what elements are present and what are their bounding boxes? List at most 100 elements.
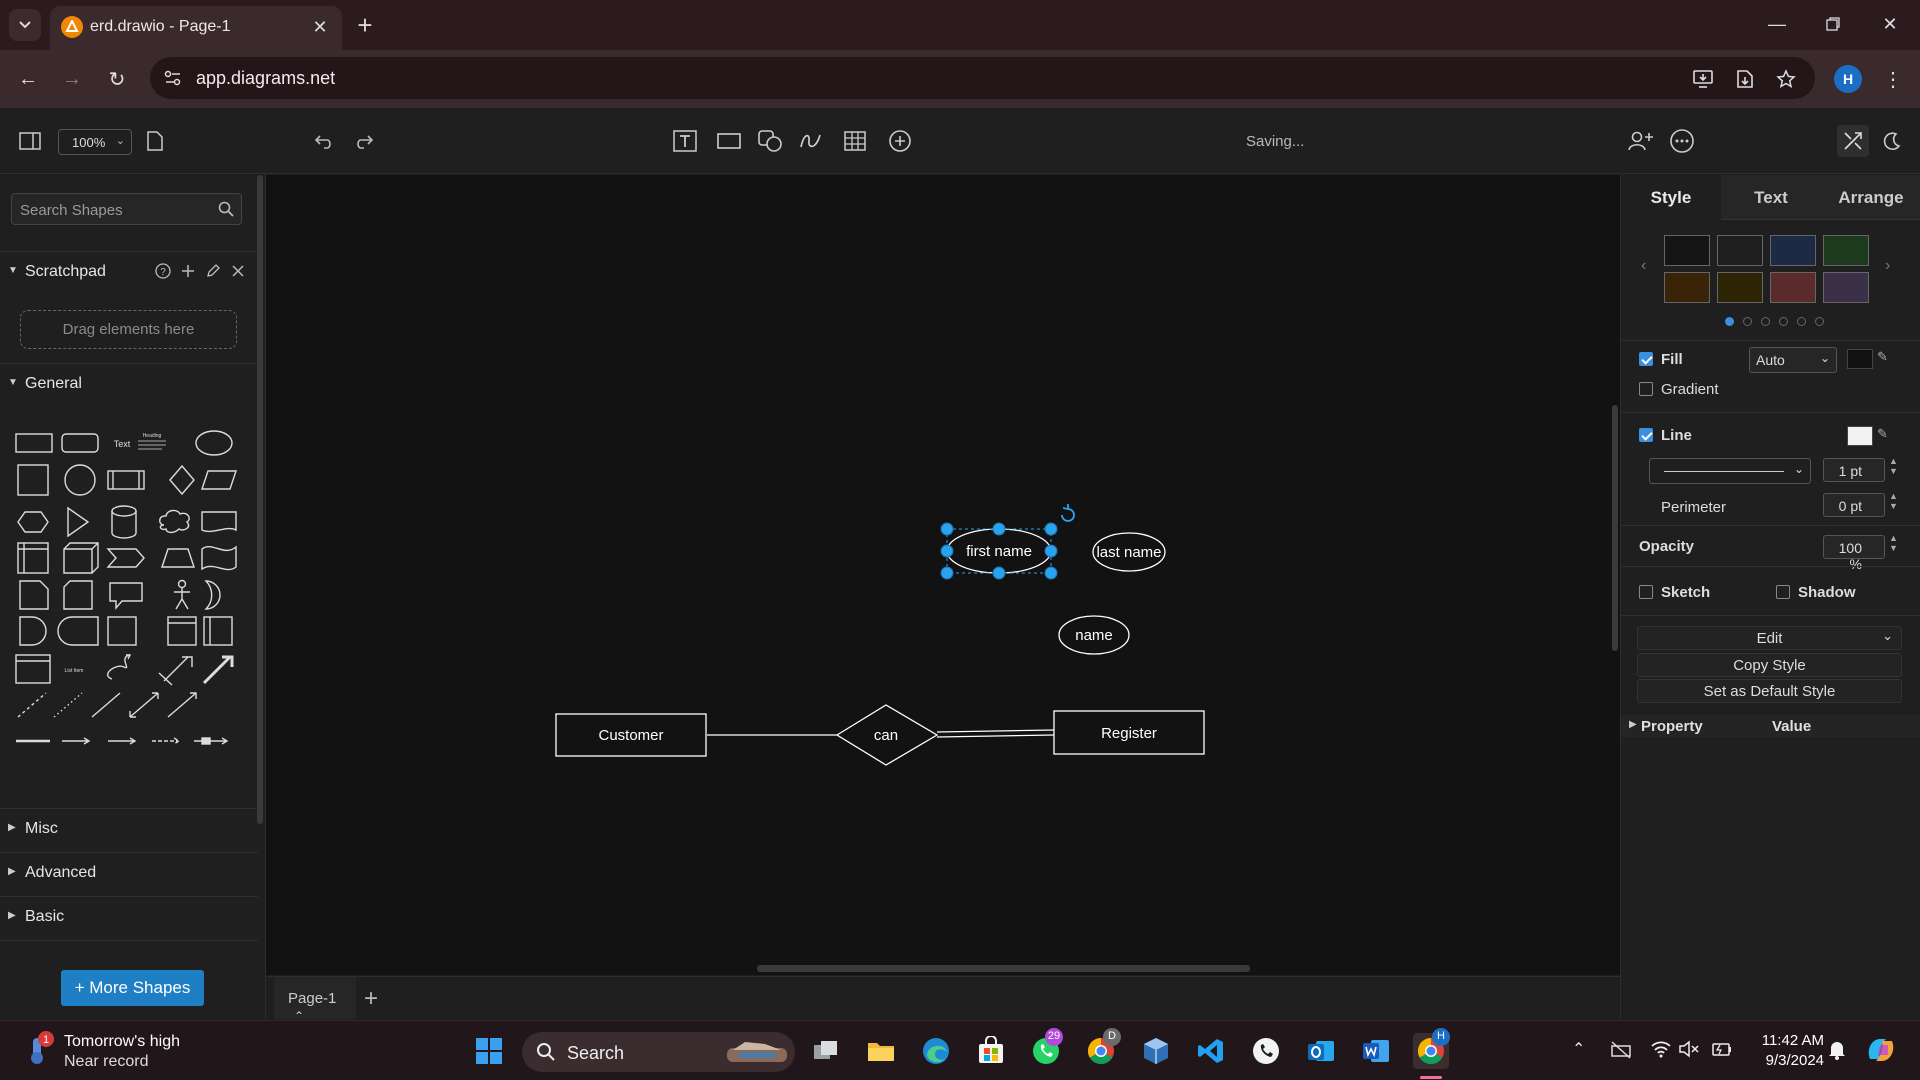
install-app-icon[interactable]	[1689, 65, 1717, 93]
close-tab-icon[interactable]: ✕	[308, 15, 332, 39]
search-shapes-input[interactable]: Search Shapes	[11, 193, 242, 225]
style-swatch[interactable]	[1717, 272, 1763, 303]
line-width-input[interactable]: 1 pt	[1823, 458, 1885, 482]
eyedropper-icon[interactable]: ✎	[1877, 426, 1888, 442]
sidebar-scrollbar[interactable]	[257, 175, 263, 824]
fill-checkbox[interactable]	[1639, 352, 1653, 366]
general-shapes-palette[interactable]: Text Heading List Item	[12, 421, 244, 791]
line-width-stepper[interactable]: ▲ ▼	[1889, 456, 1898, 476]
line-checkbox[interactable]	[1639, 428, 1653, 442]
fill-mode-select[interactable]: Auto ⌄	[1749, 347, 1837, 373]
general-section-header[interactable]: ▼ General	[0, 363, 258, 403]
shadow-checkbox[interactable]	[1776, 585, 1790, 599]
style-swatch[interactable]	[1664, 235, 1710, 266]
search-icon[interactable]	[217, 200, 235, 223]
copilot-icon[interactable]	[1864, 1035, 1898, 1065]
next-swatches-icon[interactable]: ›	[1885, 257, 1890, 275]
edit-pencil-icon[interactable]	[205, 263, 221, 279]
line-color-swatch[interactable]	[1847, 426, 1873, 446]
forward-icon[interactable]: →	[56, 63, 88, 95]
advanced-section-header[interactable]: ▶ Advanced	[0, 852, 258, 892]
more-shapes-button[interactable]: + More Shapes	[61, 970, 204, 1006]
style-swatch[interactable]	[1823, 235, 1869, 266]
network-off-icon[interactable]	[1610, 1040, 1632, 1060]
text-icon[interactable]	[669, 125, 701, 157]
toggle-sidebar-icon[interactable]	[14, 125, 46, 157]
entity-register[interactable]: Register	[1053, 710, 1205, 755]
perimeter-stepper[interactable]: ▲ ▼	[1889, 491, 1898, 511]
back-icon[interactable]: ←	[12, 63, 44, 95]
set-default-style-button[interactable]: Set as Default Style	[1637, 679, 1902, 703]
tab-text[interactable]: Text	[1721, 175, 1821, 220]
url-bar[interactable]: app.diagrams.net	[150, 57, 1815, 99]
more-options-icon[interactable]	[1666, 125, 1698, 157]
restore-icon[interactable]	[1815, 8, 1851, 40]
windows-start-icon[interactable]	[471, 1033, 507, 1069]
scratchpad-dropzone[interactable]: Drag elements here	[20, 310, 237, 349]
tab-search-button[interactable]	[9, 9, 41, 41]
attribute-name[interactable]: name	[1058, 615, 1130, 655]
browser-menu-icon[interactable]: ⋮	[1878, 63, 1908, 95]
add-icon[interactable]	[180, 263, 196, 279]
outlook-icon[interactable]	[1303, 1033, 1339, 1069]
bookmark-star-icon[interactable]	[1772, 65, 1800, 93]
system-clock[interactable]: 11:42 AM 9/3/2024	[1754, 1031, 1824, 1071]
erd-diagram[interactable]: Customer can Register first name last na…	[266, 175, 1620, 975]
basic-section-header[interactable]: ▶ Basic	[0, 896, 258, 936]
copy-style-button[interactable]: Copy Style	[1637, 653, 1902, 677]
fill-color-swatch[interactable]	[1847, 349, 1873, 369]
gradient-checkbox[interactable]	[1639, 382, 1653, 396]
page-tab-current[interactable]: Page-1 ⌃	[274, 977, 356, 1023]
perimeter-input[interactable]: 0 pt	[1823, 493, 1885, 517]
style-swatch[interactable]	[1770, 272, 1816, 303]
diagram-canvas[interactable]: Customer can Register first name last na…	[266, 175, 1620, 975]
edge-browser-icon[interactable]	[918, 1033, 954, 1069]
line-pattern-select[interactable]: ⌄	[1649, 458, 1811, 484]
wifi-icon[interactable]	[1650, 1039, 1672, 1059]
profile-avatar[interactable]: H	[1834, 65, 1862, 93]
swatch-page-dot[interactable]	[1797, 317, 1806, 326]
file-explorer-icon[interactable]	[863, 1033, 899, 1069]
battery-icon[interactable]	[1710, 1039, 1732, 1059]
canvas-horizontal-scrollbar[interactable]	[757, 965, 1250, 972]
freehand-icon[interactable]	[795, 125, 827, 157]
entity-customer[interactable]: Customer	[555, 713, 707, 757]
speaker-muted-icon[interactable]	[1678, 1039, 1700, 1059]
style-swatch[interactable]	[1823, 272, 1869, 303]
save-page-icon[interactable]	[1731, 65, 1759, 93]
swatch-page-dot-active[interactable]	[1725, 317, 1734, 326]
whatsapp-web-icon[interactable]	[1248, 1033, 1284, 1069]
page-format-icon[interactable]	[139, 125, 171, 157]
weather-widget[interactable]: 1 Tomorrow's high Near record	[25, 1030, 180, 1071]
style-swatch[interactable]	[1717, 235, 1763, 266]
browser-tab-active[interactable]: erd.drawio - Page-1 ✕	[50, 6, 342, 50]
format-panel-toggle-icon[interactable]	[1837, 125, 1869, 157]
share-user-icon[interactable]	[1625, 125, 1657, 157]
swatch-page-dot[interactable]	[1779, 317, 1788, 326]
tab-arrange[interactable]: Arrange	[1821, 175, 1920, 220]
minimize-icon[interactable]: —	[1759, 8, 1795, 40]
style-swatch[interactable]	[1664, 272, 1710, 303]
zoom-select[interactable]: 100% ⌄	[58, 129, 132, 155]
insert-plus-icon[interactable]	[884, 125, 916, 157]
edit-style-button[interactable]: Edit ⌄	[1637, 626, 1902, 650]
eyedropper-icon[interactable]: ✎	[1877, 349, 1888, 365]
virtualbox-icon[interactable]	[1138, 1033, 1174, 1069]
opacity-input[interactable]: 100 %	[1823, 535, 1885, 572]
rotate-handle-icon[interactable]	[1061, 504, 1075, 522]
redo-icon[interactable]	[347, 125, 379, 157]
sketch-checkbox[interactable]	[1639, 585, 1653, 599]
table-icon[interactable]	[839, 125, 871, 157]
site-info-icon[interactable]	[160, 65, 186, 91]
swatch-page-dot[interactable]	[1815, 317, 1824, 326]
tab-style[interactable]: Style	[1621, 175, 1721, 220]
rectangle-icon[interactable]	[713, 125, 745, 157]
canvas-vertical-scrollbar[interactable]	[1612, 405, 1618, 651]
reload-icon[interactable]: ↻	[101, 63, 133, 95]
attribute-last-name[interactable]: last name	[1092, 532, 1166, 572]
undo-icon[interactable]	[309, 125, 341, 157]
close-icon[interactable]	[230, 263, 246, 279]
add-page-button[interactable]: +	[364, 985, 378, 1013]
task-view-icon[interactable]	[808, 1033, 844, 1069]
swatch-page-dot[interactable]	[1761, 317, 1770, 326]
